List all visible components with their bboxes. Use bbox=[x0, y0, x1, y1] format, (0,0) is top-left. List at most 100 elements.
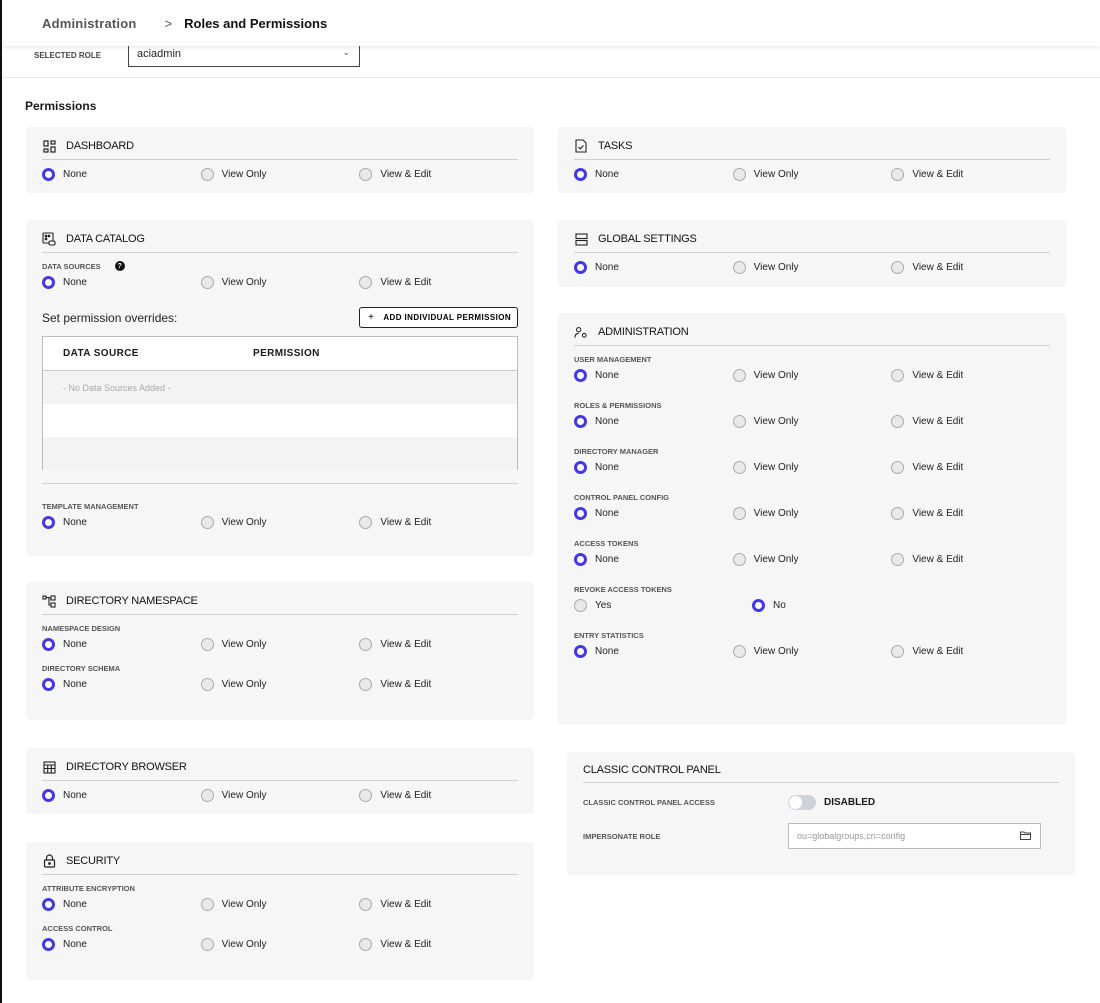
radio-circle[interactable] bbox=[732, 260, 746, 274]
radio-circle[interactable] bbox=[732, 368, 746, 382]
radio-circle[interactable] bbox=[574, 552, 587, 566]
radio-option-view-only[interactable]: View Only bbox=[732, 260, 892, 274]
radio-option-view-edit[interactable]: View & Edit bbox=[359, 637, 518, 651]
radio-circle[interactable] bbox=[359, 897, 373, 911]
radio-option-view-edit[interactable]: View & Edit bbox=[891, 644, 1050, 658]
radio-option-view-edit[interactable]: View & Edit bbox=[891, 414, 1050, 428]
radio-option-view-edit[interactable]: View & Edit bbox=[891, 260, 1050, 274]
radio-option-view-edit[interactable]: View & Edit bbox=[891, 460, 1050, 474]
radio-option-no[interactable]: No bbox=[752, 598, 930, 612]
radio-option-view-edit[interactable]: View & Edit bbox=[891, 552, 1050, 566]
radio-circle[interactable] bbox=[732, 644, 746, 658]
radio-option-view-only[interactable]: View Only bbox=[732, 552, 892, 566]
radio-option-view-edit[interactable]: View & Edit bbox=[359, 275, 518, 289]
radio-circle[interactable] bbox=[732, 167, 746, 181]
radio-circle[interactable] bbox=[891, 368, 905, 382]
radio-circle[interactable] bbox=[574, 167, 587, 181]
radio-option-view-only[interactable]: View Only bbox=[732, 644, 892, 658]
radio-option-view-edit[interactable]: View & Edit bbox=[359, 897, 518, 911]
radio-option-yes[interactable]: Yes bbox=[574, 598, 752, 612]
radio-circle[interactable] bbox=[574, 506, 587, 520]
radio-option-view-only[interactable]: View Only bbox=[732, 414, 892, 428]
radio-option-view-only[interactable]: View Only bbox=[200, 897, 360, 911]
radio-circle[interactable] bbox=[732, 506, 746, 520]
radio-circle[interactable] bbox=[574, 260, 587, 274]
radio-circle[interactable] bbox=[200, 788, 214, 802]
radio-circle[interactable] bbox=[42, 788, 55, 802]
radio-option-view-edit[interactable]: View & Edit bbox=[359, 515, 518, 529]
radio-circle[interactable] bbox=[574, 598, 587, 612]
column-header-data-source[interactable]: DATA SOURCE bbox=[43, 348, 253, 359]
radio-circle[interactable] bbox=[732, 460, 746, 474]
radio-option-none[interactable]: None bbox=[42, 788, 201, 802]
help-icon[interactable]: ? bbox=[114, 261, 125, 271]
radio-circle[interactable] bbox=[200, 515, 214, 529]
radio-option-none[interactable]: None bbox=[574, 460, 733, 474]
classic-access-toggle[interactable] bbox=[788, 794, 816, 810]
radio-circle[interactable] bbox=[42, 897, 55, 911]
radio-option-view-only[interactable]: View Only bbox=[200, 637, 360, 651]
radio-option-none[interactable]: None bbox=[42, 897, 201, 911]
radio-option-none[interactable]: None bbox=[574, 506, 733, 520]
radio-option-view-only[interactable]: View Only bbox=[200, 167, 360, 181]
radio-circle[interactable] bbox=[359, 677, 373, 691]
radio-circle[interactable] bbox=[891, 260, 905, 274]
radio-option-view-edit[interactable]: View & Edit bbox=[891, 368, 1050, 382]
radio-circle[interactable] bbox=[574, 460, 587, 474]
radio-option-view-edit[interactable]: View & Edit bbox=[359, 677, 518, 691]
radio-option-none[interactable]: None bbox=[574, 552, 733, 566]
radio-option-view-only[interactable]: View Only bbox=[732, 368, 892, 382]
radio-circle[interactable] bbox=[42, 677, 55, 691]
radio-circle[interactable] bbox=[574, 644, 587, 658]
radio-option-none[interactable]: None bbox=[42, 515, 201, 529]
radio-circle[interactable] bbox=[42, 637, 55, 651]
radio-circle[interactable] bbox=[891, 460, 905, 474]
radio-circle[interactable] bbox=[42, 515, 55, 529]
radio-option-none[interactable]: None bbox=[574, 368, 733, 382]
radio-option-view-only[interactable]: View Only bbox=[200, 515, 360, 529]
radio-option-view-edit[interactable]: View & Edit bbox=[359, 937, 518, 951]
radio-circle[interactable] bbox=[200, 897, 214, 911]
radio-option-none[interactable]: None bbox=[574, 167, 733, 181]
radio-circle[interactable] bbox=[200, 275, 214, 289]
radio-circle[interactable] bbox=[891, 644, 905, 658]
radio-circle[interactable] bbox=[359, 515, 373, 529]
radio-circle[interactable] bbox=[891, 414, 905, 428]
radio-circle[interactable] bbox=[732, 414, 746, 428]
radio-circle[interactable] bbox=[359, 275, 373, 289]
radio-circle[interactable] bbox=[42, 167, 55, 181]
radio-option-view-only[interactable]: View Only bbox=[732, 506, 892, 520]
radio-option-none[interactable]: None bbox=[574, 644, 733, 658]
radio-circle[interactable] bbox=[732, 552, 746, 566]
radio-circle[interactable] bbox=[359, 637, 373, 651]
radio-option-view-edit[interactable]: View & Edit bbox=[891, 167, 1050, 181]
role-select[interactable]: aciadmin ⌄ bbox=[128, 46, 360, 67]
impersonate-role-input[interactable]: ou=globalgroups,cn=config bbox=[788, 823, 1041, 849]
radio-circle[interactable] bbox=[200, 937, 214, 951]
radio-option-none[interactable]: None bbox=[42, 637, 201, 651]
radio-circle[interactable] bbox=[359, 788, 373, 802]
radio-circle[interactable] bbox=[359, 167, 373, 181]
radio-option-view-only[interactable]: View Only bbox=[200, 788, 360, 802]
column-header-permission[interactable]: PERMISSION bbox=[253, 348, 320, 359]
radio-option-view-only[interactable]: View Only bbox=[732, 167, 892, 181]
radio-option-view-edit[interactable]: View & Edit bbox=[891, 506, 1050, 520]
radio-circle[interactable] bbox=[359, 937, 373, 951]
radio-option-view-edit[interactable]: View & Edit bbox=[359, 167, 518, 181]
add-individual-permission-button[interactable]: + ADD INDIVIDUAL PERMISSION bbox=[359, 307, 518, 328]
radio-option-none[interactable]: None bbox=[42, 275, 201, 289]
folder-icon[interactable] bbox=[1020, 831, 1031, 842]
radio-circle[interactable] bbox=[891, 506, 905, 520]
radio-option-view-only[interactable]: View Only bbox=[732, 460, 892, 474]
radio-circle[interactable] bbox=[574, 414, 587, 428]
radio-circle[interactable] bbox=[891, 552, 905, 566]
radio-circle[interactable] bbox=[200, 167, 214, 181]
radio-option-none[interactable]: None bbox=[574, 414, 733, 428]
radio-option-view-only[interactable]: View Only bbox=[200, 275, 360, 289]
radio-option-none[interactable]: None bbox=[574, 260, 733, 274]
radio-circle[interactable] bbox=[752, 598, 765, 612]
radio-circle[interactable] bbox=[42, 937, 55, 951]
radio-option-view-only[interactable]: View Only bbox=[200, 937, 360, 951]
radio-option-none[interactable]: None bbox=[42, 677, 201, 691]
radio-option-none[interactable]: None bbox=[42, 167, 201, 181]
